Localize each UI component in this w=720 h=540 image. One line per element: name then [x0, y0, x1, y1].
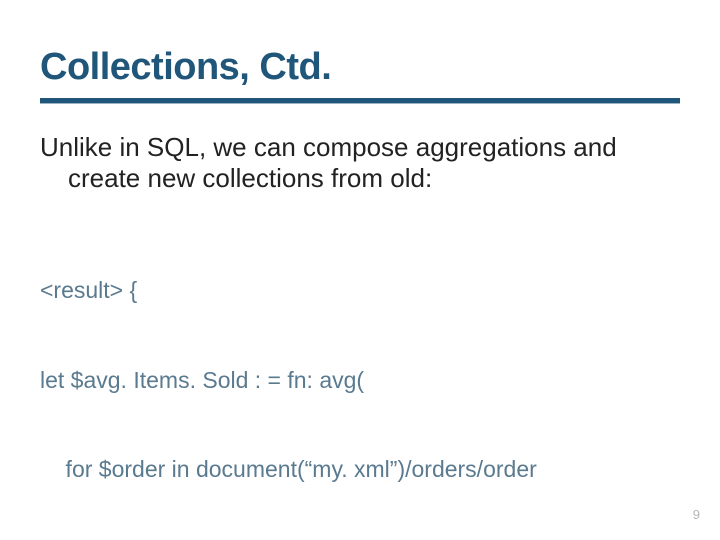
slide-title: Collections, Ctd.	[40, 48, 680, 88]
intro-line-1: Unlike in SQL, we can compose aggregatio…	[40, 132, 680, 163]
page-number: 9	[693, 507, 700, 522]
slide: Collections, Ctd. Unlike in SQL, we can …	[0, 0, 720, 540]
intro-paragraph: Unlike in SQL, we can compose aggregatio…	[40, 132, 680, 194]
code-line-1: <result> {	[40, 276, 680, 306]
code-line-3: for $order in document(“my. xml”)/orders…	[40, 455, 680, 485]
code-line-2: let $avg. Items. Sold : = fn: avg(	[40, 366, 680, 396]
title-underline	[40, 98, 680, 104]
intro-line-2: create new collections from old:	[40, 163, 680, 194]
code-block: <result> { let $avg. Items. Sold : = fn:…	[40, 216, 680, 540]
